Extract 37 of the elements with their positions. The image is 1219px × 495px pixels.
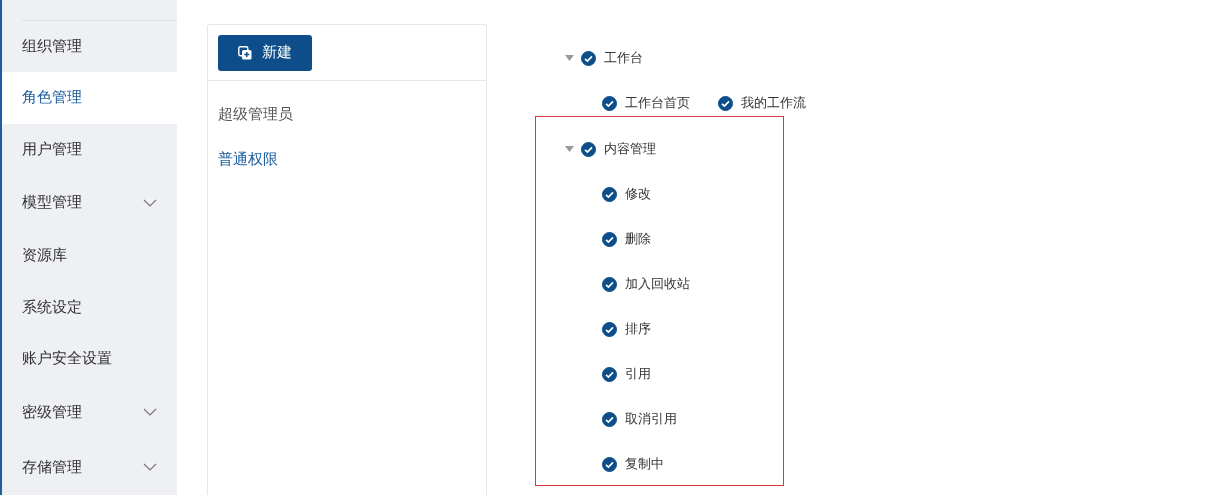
- tree-label: 修改: [625, 185, 651, 203]
- checkbox[interactable]: [602, 456, 617, 472]
- tree-label: 复制中: [625, 455, 664, 473]
- role-item[interactable]: 普通权限: [218, 150, 476, 169]
- tree-label: 取消引用: [625, 410, 677, 428]
- checkbox[interactable]: [602, 321, 617, 337]
- checkbox[interactable]: [718, 95, 733, 111]
- checkbox[interactable]: [581, 141, 596, 157]
- sidebar-item[interactable]: 模型管理: [2, 174, 177, 231]
- sidebar-item[interactable]: 用户管理: [2, 123, 177, 175]
- tree-label: 排序: [625, 320, 651, 338]
- checkbox[interactable]: [602, 95, 617, 111]
- tree-label: 加入回收站: [625, 275, 690, 293]
- checkbox[interactable]: [602, 276, 617, 292]
- caret-icon[interactable]: [565, 55, 574, 61]
- tree-label: 删除: [625, 230, 651, 248]
- tree-label: 引用: [625, 365, 651, 383]
- caret-icon[interactable]: [565, 146, 574, 152]
- sidebar-item[interactable]: 账户安全设置: [2, 332, 177, 385]
- add-copy-icon: [238, 45, 252, 60]
- tree-label: 工作台首页: [625, 94, 690, 112]
- role-item[interactable]: 超级管理员: [218, 105, 476, 124]
- tree-label: 我的工作流: [741, 94, 806, 112]
- checkbox[interactable]: [602, 366, 617, 382]
- checkbox[interactable]: [581, 50, 596, 66]
- tree-label: 工作台: [604, 49, 643, 67]
- new-button[interactable]: 新建: [218, 34, 312, 71]
- sidebar-item[interactable]: 系统设定: [2, 281, 177, 333]
- sidebar-item[interactable]: 资源库: [2, 230, 177, 282]
- sidebar-item[interactable]: 密级管理: [2, 384, 177, 440]
- sidebar-item[interactable]: 角色管理: [2, 72, 177, 124]
- checkbox[interactable]: [602, 186, 617, 202]
- sidebar-item[interactable]: 组织管理: [2, 20, 177, 73]
- tree-label: 内容管理: [604, 140, 656, 158]
- checkbox[interactable]: [602, 411, 617, 427]
- sidebar-item[interactable]: 存储管理: [2, 439, 177, 495]
- checkbox[interactable]: [602, 231, 617, 247]
